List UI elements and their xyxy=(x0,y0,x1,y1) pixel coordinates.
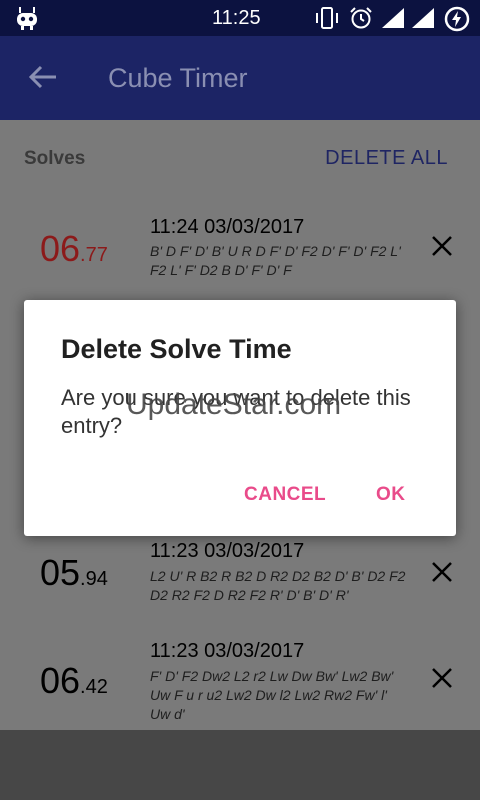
solve-scramble: F' D' F2 Dw2 L2 r2 Lw Dw Bw' Lw2 Bw' Uw … xyxy=(150,668,394,722)
solve-scramble: B' D F' D' B' U R D F' D' F2 D' F' D' F2… xyxy=(150,243,401,278)
solve-time-fraction: .77 xyxy=(80,244,108,266)
solves-label: Solves xyxy=(24,148,86,169)
alarm-icon xyxy=(350,7,372,29)
delete-all-button[interactable]: DELETE ALL xyxy=(325,147,448,170)
signal-icon-2 xyxy=(412,8,434,28)
solve-date: 11:24 03/03/2017 xyxy=(150,216,305,238)
solve-time-fraction: .42 xyxy=(80,676,108,698)
battery-charging-icon xyxy=(444,6,470,32)
delete-solve-icon[interactable] xyxy=(430,666,454,690)
signal-icon xyxy=(382,8,404,28)
android-robot-icon xyxy=(17,7,37,30)
cancel-button[interactable]: CANCEL xyxy=(244,484,326,506)
app-title: Cube Timer xyxy=(108,63,248,93)
bottom-area xyxy=(0,730,480,800)
solve-time-whole: 06 xyxy=(40,228,81,269)
solve-time: 06.77 xyxy=(40,228,108,270)
solve-date: 11:23 03/03/2017 xyxy=(150,540,305,562)
solve-date: 11:23 03/03/2017 xyxy=(150,640,305,662)
solve-time: 05.94 xyxy=(40,552,108,594)
solve-scramble: L2 U' R B2 R B2 D R2 D2 B2 D' B' D2 F2 D… xyxy=(150,568,406,603)
delete-solve-icon[interactable] xyxy=(430,234,454,258)
delete-solve-icon[interactable] xyxy=(430,560,454,584)
solve-time: 06.42 xyxy=(40,660,108,702)
status-time: 11:25 xyxy=(212,7,261,29)
status-bar: 11:25 xyxy=(0,0,480,36)
watermark: UpdateStar.com xyxy=(126,388,342,421)
solve-time-fraction: .94 xyxy=(80,568,108,590)
dialog-title: Delete Solve Time xyxy=(61,334,292,364)
back-arrow-icon[interactable] xyxy=(26,60,60,94)
solve-time-whole: 05 xyxy=(40,552,81,593)
ok-button[interactable]: OK xyxy=(376,484,406,506)
app-bar: Cube Timer xyxy=(0,36,480,120)
vibrate-icon xyxy=(316,7,338,29)
solve-time-whole: 06 xyxy=(40,660,81,701)
